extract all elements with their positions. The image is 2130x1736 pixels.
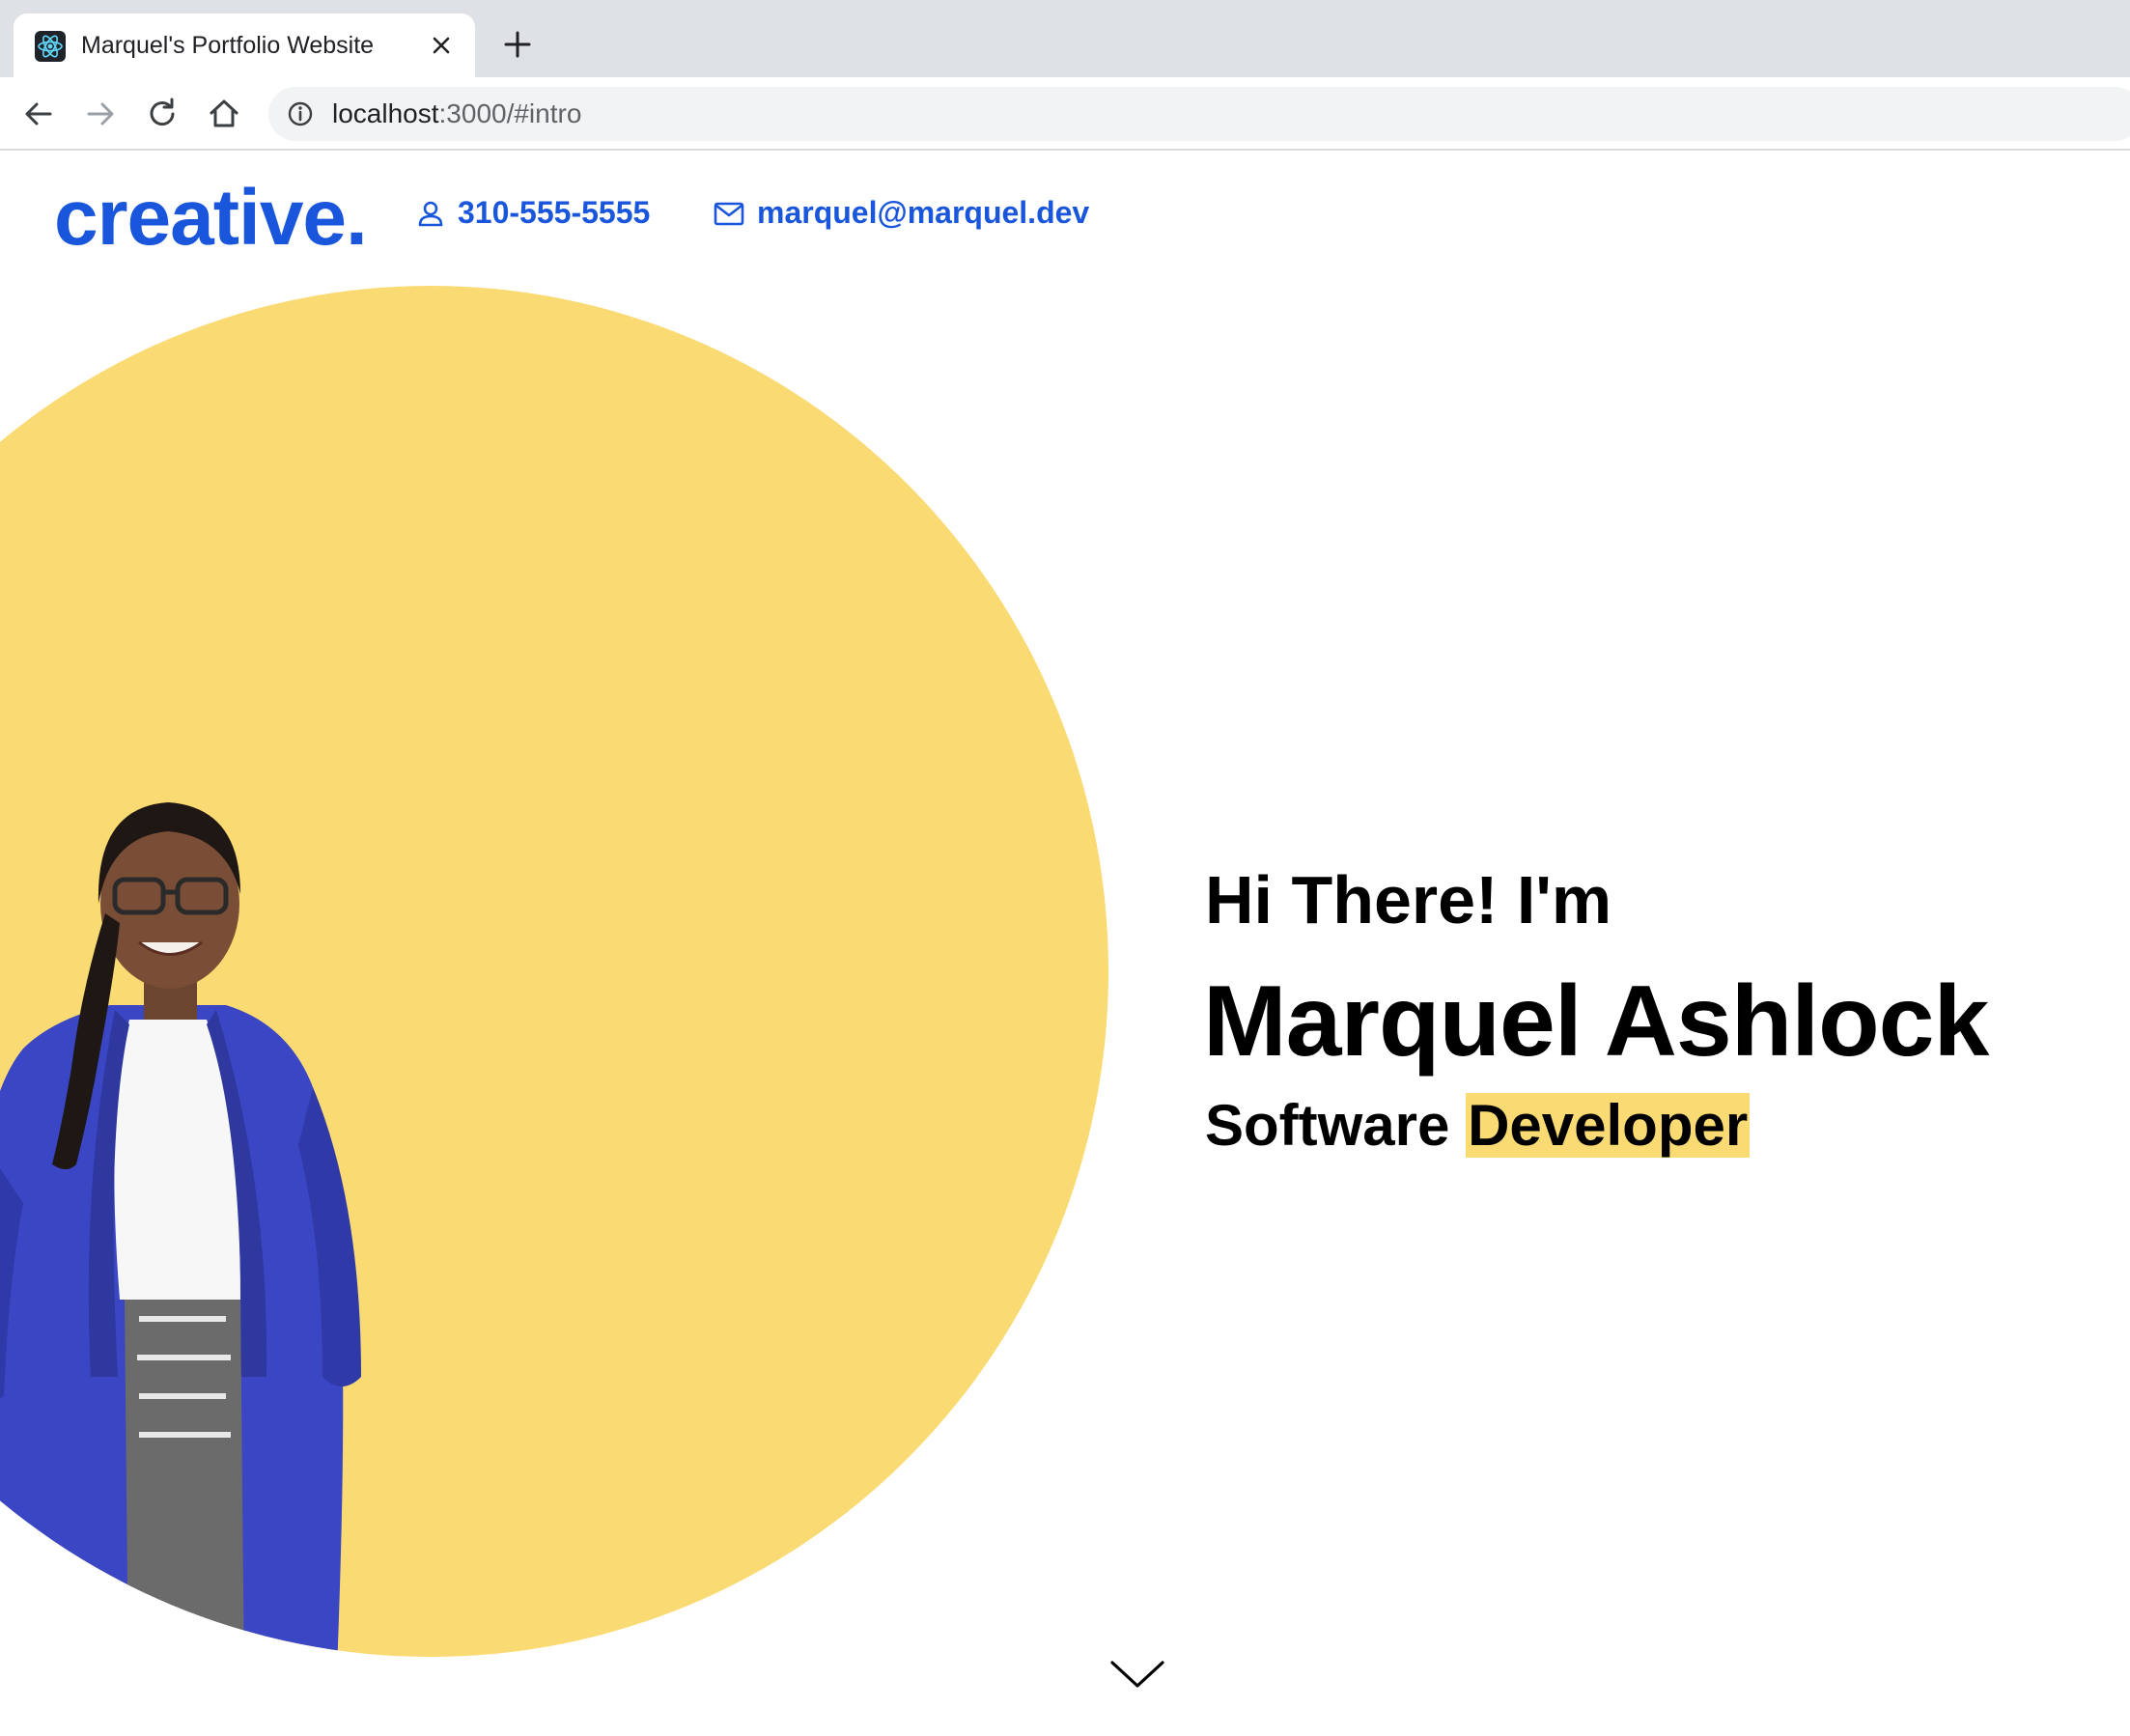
address-bar[interactable]: localhost:3000/#intro bbox=[268, 87, 2130, 141]
email-address: marquel@marquel.dev bbox=[757, 195, 1090, 230]
back-arrow-icon[interactable] bbox=[19, 95, 58, 133]
reload-icon[interactable] bbox=[143, 95, 182, 133]
intro-role: Software Developer bbox=[1205, 1091, 1751, 1161]
page-content: creative. 310-555-5555 marquel@marquel.d… bbox=[0, 153, 2130, 1736]
mail-icon bbox=[714, 202, 744, 225]
browser-tab[interactable]: Marquel's Portfolio Website bbox=[14, 14, 475, 77]
url-text[interactable]: localhost:3000/#intro bbox=[332, 98, 581, 129]
close-icon[interactable] bbox=[427, 31, 456, 60]
profile-photo bbox=[0, 802, 361, 1657]
info-icon[interactable] bbox=[286, 99, 315, 128]
chevron-down-icon[interactable] bbox=[1108, 1655, 1166, 1694]
home-icon[interactable] bbox=[205, 95, 243, 133]
role-prefix: Software bbox=[1205, 1093, 1450, 1158]
tab-title: Marquel's Portfolio Website bbox=[81, 32, 375, 59]
hero-circle bbox=[0, 286, 1108, 1657]
person-icon bbox=[418, 201, 443, 226]
url-path: :3000/#intro bbox=[438, 98, 582, 128]
plus-icon[interactable] bbox=[502, 29, 533, 60]
tab-strip: Marquel's Portfolio Website bbox=[0, 0, 2130, 77]
role-highlight: Developer bbox=[1466, 1093, 1751, 1158]
browser-toolbar: localhost:3000/#intro bbox=[0, 77, 2130, 151]
url-host: localhost bbox=[332, 98, 439, 128]
forward-arrow-icon[interactable] bbox=[81, 95, 120, 133]
intro-name: Marquel Ashlock bbox=[1203, 966, 1989, 1078]
react-atom-icon bbox=[35, 31, 66, 62]
intro-greeting: Hi There! I'm bbox=[1205, 862, 1612, 938]
site-logo[interactable]: creative. bbox=[54, 172, 368, 265]
phone-number: 310-555-5555 bbox=[458, 195, 651, 230]
email-contact[interactable]: marquel@marquel.dev bbox=[713, 195, 1089, 231]
phone-contact[interactable]: 310-555-5555 bbox=[415, 195, 650, 231]
